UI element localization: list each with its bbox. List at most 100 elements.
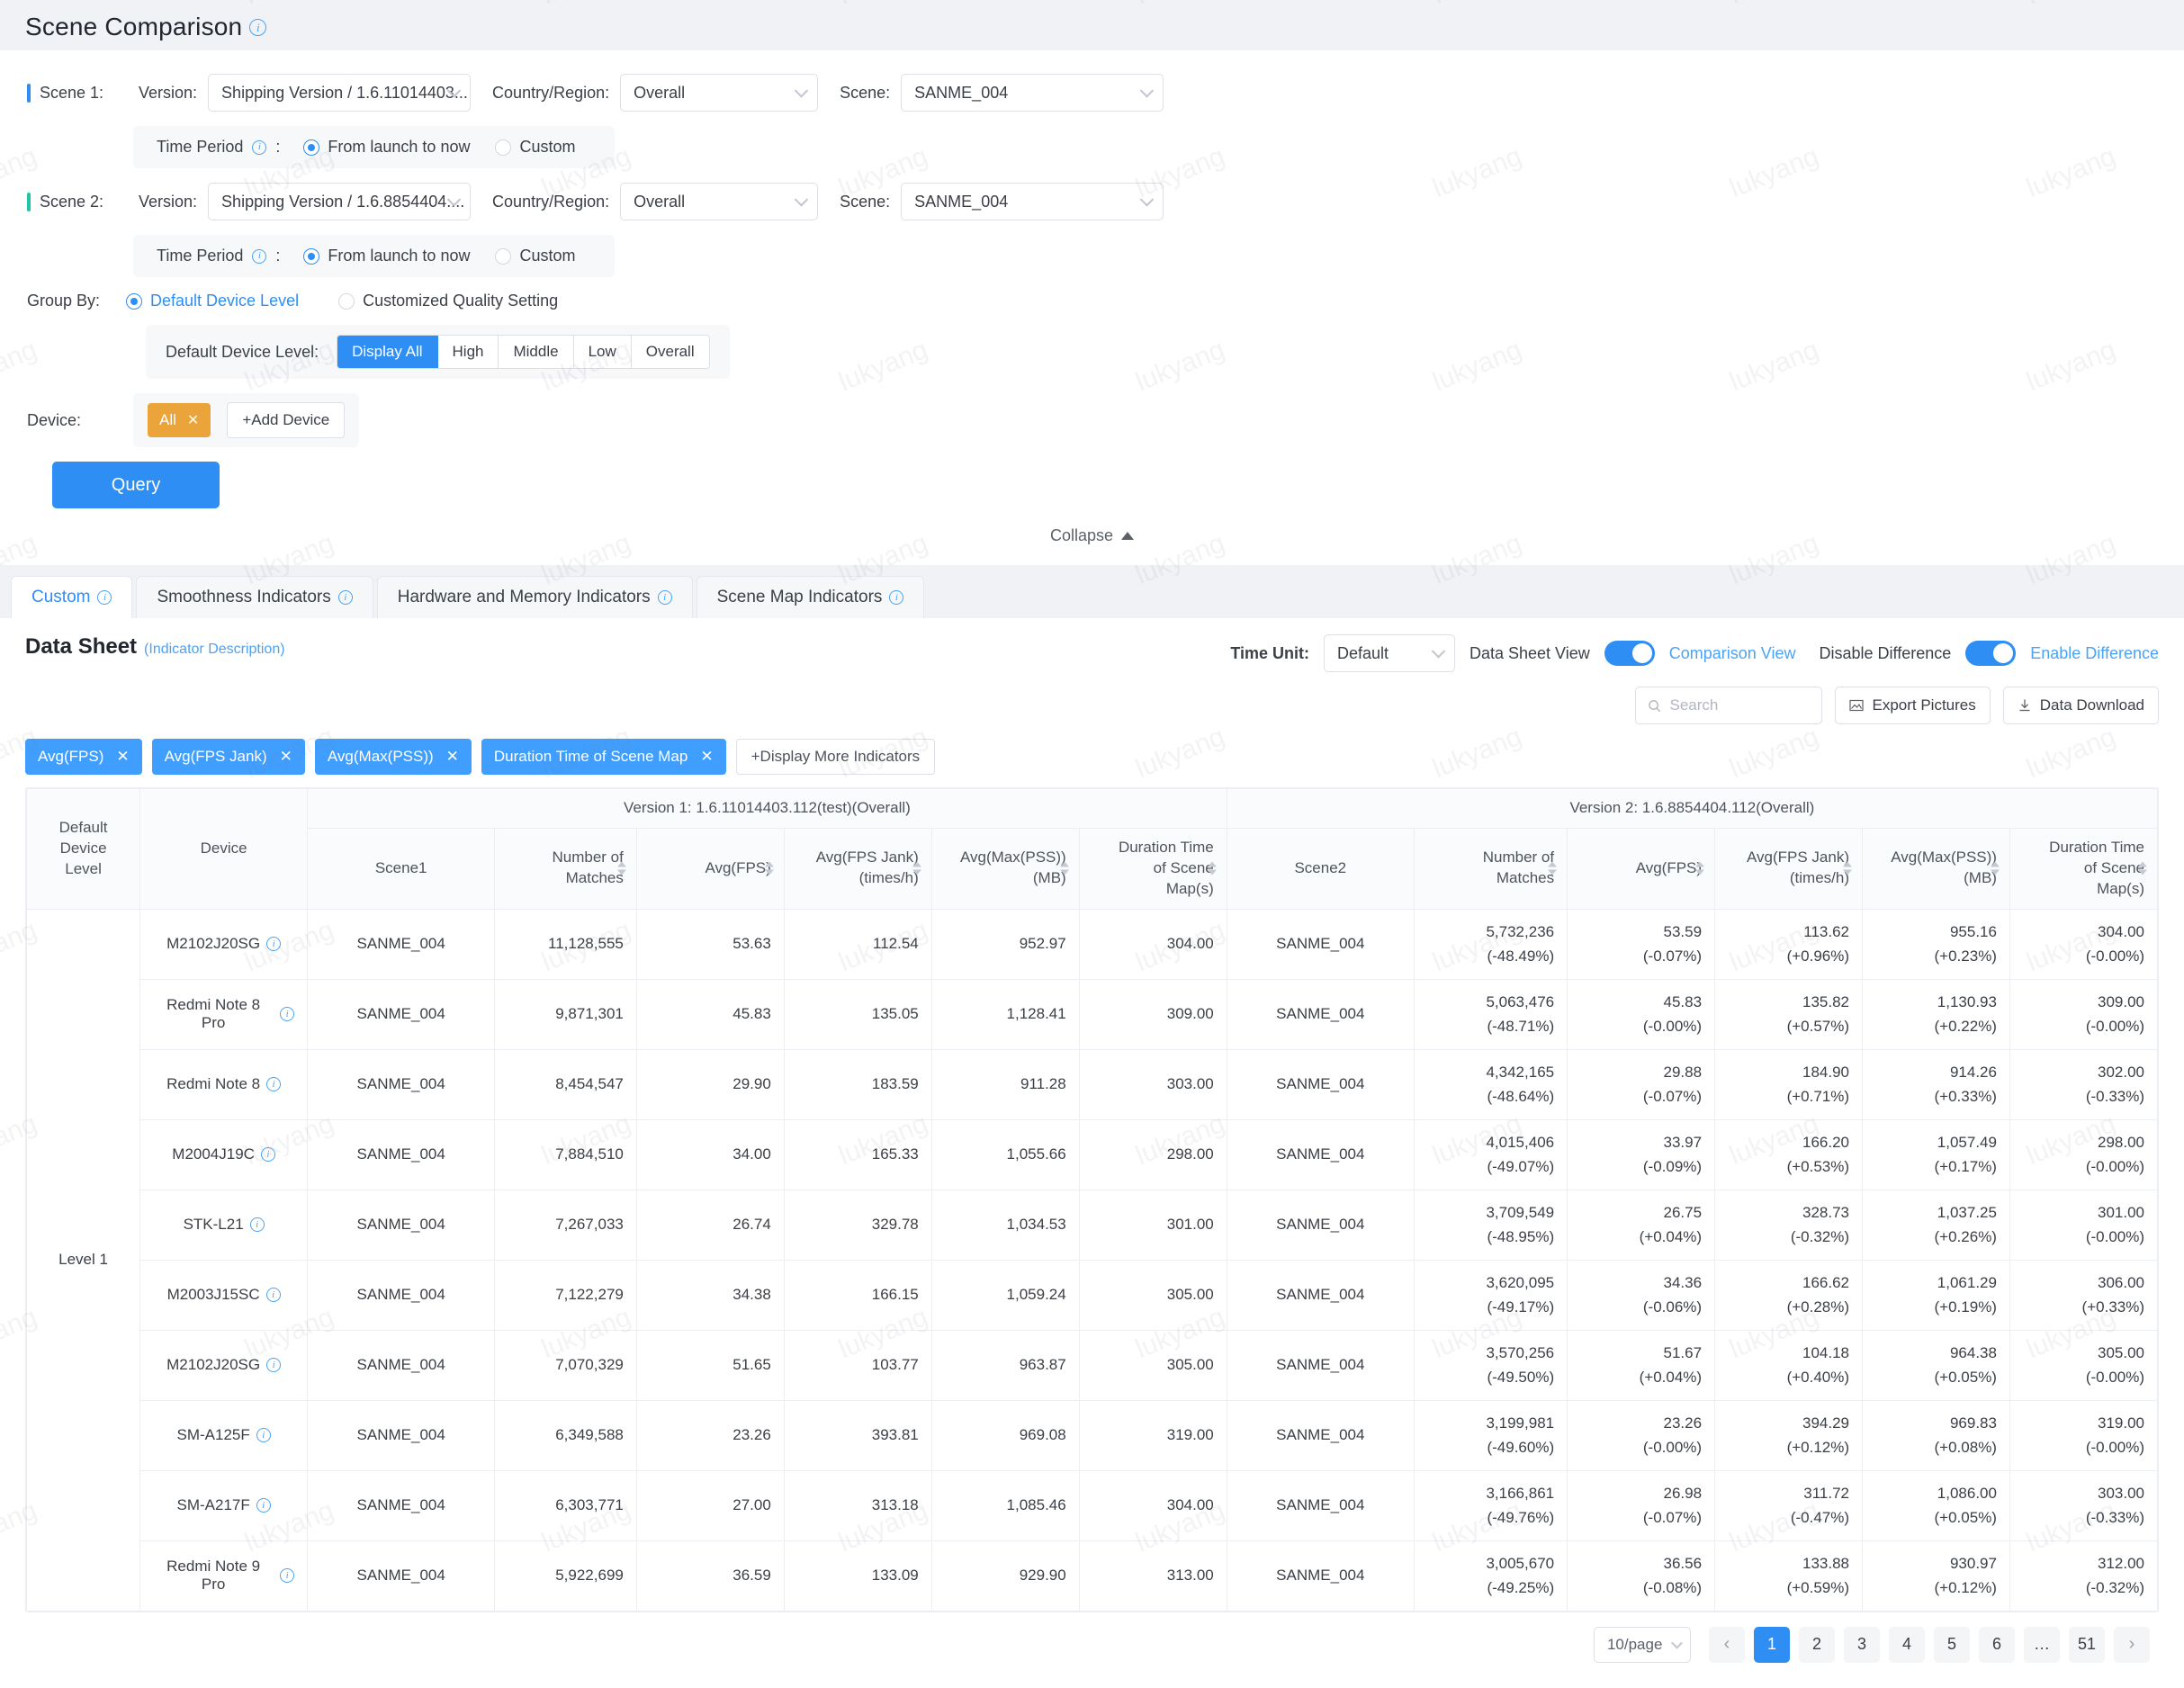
indicator-chip[interactable]: Duration Time of Scene Map✕ bbox=[481, 739, 726, 775]
scene2-radio-from-launch[interactable]: From launch to now bbox=[303, 247, 470, 265]
th-v2-avg-max-pss-mb[interactable]: Avg(Max(PSS))(MB) bbox=[1863, 828, 2010, 909]
info-icon[interactable]: i bbox=[261, 1147, 275, 1162]
info-icon[interactable]: i bbox=[256, 1498, 271, 1513]
group-by-default-device-level[interactable]: Default Device Level bbox=[126, 292, 299, 310]
page-button-51[interactable]: 51 bbox=[2069, 1627, 2105, 1663]
comparison-view-toggle[interactable] bbox=[1604, 641, 1655, 666]
table-row: SM-A217FiSANME_0046,303,77127.00313.181,… bbox=[27, 1470, 2158, 1540]
scene1-version-select[interactable]: Shipping Version / 1.6.11014403... bbox=[208, 74, 471, 112]
info-icon[interactable]: i bbox=[266, 1077, 281, 1091]
device-level-option-display-all[interactable]: Display All bbox=[337, 336, 437, 368]
scene2-custom-label: Custom bbox=[519, 247, 575, 265]
data-download-button[interactable]: Data Download bbox=[2003, 687, 2159, 724]
info-icon[interactable]: i bbox=[249, 19, 266, 36]
page-button-1[interactable]: 1 bbox=[1754, 1627, 1790, 1663]
th-v1-duration-time-of-scene-map-s[interactable]: Duration Timeof SceneMap(s) bbox=[1079, 828, 1227, 909]
close-icon[interactable]: ✕ bbox=[187, 411, 199, 429]
export-pictures-button[interactable]: Export Pictures bbox=[1835, 687, 1990, 724]
tab-custom[interactable]: Customi bbox=[11, 576, 132, 618]
th-v1-number-of-matches[interactable]: Number ofMatches bbox=[495, 828, 637, 909]
device-level-option-overall[interactable]: Overall bbox=[632, 336, 709, 368]
scene1-scene-value: SANME_004 bbox=[914, 84, 1008, 103]
info-icon[interactable]: i bbox=[250, 1217, 265, 1232]
scene2-country-select[interactable]: Overall bbox=[620, 183, 818, 220]
info-icon[interactable]: i bbox=[280, 1568, 294, 1583]
page-button-6[interactable]: 6 bbox=[1979, 1627, 2015, 1663]
sort-icon[interactable] bbox=[1991, 862, 2000, 875]
page-button-4[interactable]: 4 bbox=[1889, 1627, 1925, 1663]
display-more-indicators-button[interactable]: +Display More Indicators bbox=[736, 739, 936, 775]
indicator-chip[interactable]: Avg(Max(PSS))✕ bbox=[315, 739, 472, 775]
cell-scene2: SANME_004 bbox=[1227, 1260, 1414, 1330]
device-name: SM-A217F bbox=[176, 1496, 249, 1514]
info-icon[interactable]: i bbox=[252, 140, 266, 155]
scene2-scene-select[interactable]: SANME_004 bbox=[901, 183, 1164, 220]
info-icon[interactable]: i bbox=[658, 590, 672, 605]
close-icon[interactable]: ✕ bbox=[280, 748, 292, 766]
close-icon[interactable]: ✕ bbox=[700, 748, 713, 766]
time-unit-select[interactable]: Default bbox=[1324, 634, 1455, 672]
scene1-scene-select[interactable]: SANME_004 bbox=[901, 74, 1164, 112]
page-button-3[interactable]: 3 bbox=[1844, 1627, 1880, 1663]
sort-icon[interactable] bbox=[2138, 862, 2147, 875]
th-v1-avg-fps-jank-times-h[interactable]: Avg(FPS Jank)(times/h) bbox=[784, 828, 931, 909]
next-page-button[interactable]: › bbox=[2114, 1627, 2150, 1663]
device-level-option-high[interactable]: High bbox=[438, 336, 499, 368]
page-button-5[interactable]: 5 bbox=[1934, 1627, 1970, 1663]
info-icon[interactable]: i bbox=[889, 590, 903, 605]
close-icon[interactable]: ✕ bbox=[116, 748, 129, 766]
th-v2-avg-fps[interactable]: Avg(FPS) bbox=[1568, 828, 1715, 909]
sort-icon[interactable] bbox=[1060, 862, 1069, 875]
device-level-option-low[interactable]: Low bbox=[574, 336, 632, 368]
query-button[interactable]: Query bbox=[52, 462, 220, 508]
device-chip-all[interactable]: All ✕ bbox=[148, 403, 211, 437]
scene1-radio-from-launch[interactable]: From launch to now bbox=[303, 138, 470, 157]
prev-page-button[interactable]: ‹ bbox=[1709, 1627, 1745, 1663]
search-input[interactable]: Search bbox=[1635, 687, 1822, 724]
sort-icon[interactable] bbox=[1695, 862, 1704, 875]
add-device-button[interactable]: +Add Device bbox=[227, 402, 345, 438]
collapse-toggle[interactable]: Collapse bbox=[27, 526, 2157, 558]
close-icon[interactable]: ✕ bbox=[446, 748, 459, 766]
group-by-customized-quality[interactable]: Customized Quality Setting bbox=[338, 292, 558, 310]
info-icon[interactable]: i bbox=[97, 590, 112, 605]
page-button-2[interactable]: 2 bbox=[1799, 1627, 1835, 1663]
page-button-…[interactable]: … bbox=[2024, 1627, 2060, 1663]
sort-icon[interactable] bbox=[1548, 862, 1557, 875]
th-v2-number-of-matches[interactable]: Number ofMatches bbox=[1414, 828, 1567, 909]
info-icon[interactable]: i bbox=[280, 1007, 294, 1021]
indicator-description-link[interactable]: (Indicator Description) bbox=[144, 642, 285, 658]
sort-icon[interactable] bbox=[765, 862, 774, 875]
info-icon[interactable]: i bbox=[266, 1288, 281, 1302]
indicator-chip[interactable]: Avg(FPS)✕ bbox=[25, 739, 142, 775]
sort-icon[interactable] bbox=[617, 862, 626, 875]
scene1-country-select[interactable]: Overall bbox=[620, 74, 818, 112]
enable-difference-toggle[interactable] bbox=[1965, 641, 2016, 666]
tab-smoothness-indicators[interactable]: Smoothness Indicatorsi bbox=[136, 576, 373, 618]
tab-scene-map-indicators[interactable]: Scene Map Indicatorsi bbox=[697, 576, 925, 618]
sort-icon[interactable] bbox=[912, 862, 921, 875]
th-v2-avg-fps-jank-times-h[interactable]: Avg(FPS Jank)(times/h) bbox=[1715, 828, 1863, 909]
sort-icon[interactable] bbox=[1843, 862, 1852, 875]
scene2-version-select[interactable]: Shipping Version / 1.6.8854404.... bbox=[208, 183, 471, 220]
th-v1-avg-fps[interactable]: Avg(FPS) bbox=[636, 828, 784, 909]
indicator-chip[interactable]: Avg(FPS Jank)✕ bbox=[152, 739, 305, 775]
sort-icon[interactable] bbox=[1208, 862, 1217, 875]
scene2-country-value: Overall bbox=[634, 193, 685, 211]
th-v1-avg-max-pss-mb[interactable]: Avg(Max(PSS))(MB) bbox=[931, 828, 1079, 909]
info-icon[interactable]: i bbox=[266, 937, 281, 951]
difference-percent: (-0.09%) bbox=[1580, 1158, 1702, 1176]
info-icon[interactable]: i bbox=[266, 1358, 281, 1372]
scene1-tag: Scene 1: bbox=[27, 84, 117, 103]
info-icon[interactable]: i bbox=[338, 590, 353, 605]
cell-v2-value: 964.38(+0.05%) bbox=[1863, 1330, 2010, 1400]
scene2-radio-custom[interactable]: Custom bbox=[495, 247, 575, 265]
device-level-option-middle[interactable]: Middle bbox=[499, 336, 573, 368]
scene1-radio-custom[interactable]: Custom bbox=[495, 138, 575, 157]
tab-hardware-and-memory-indicators[interactable]: Hardware and Memory Indicatorsi bbox=[377, 576, 693, 618]
th-v2-duration-time-of-scene-map-s[interactable]: Duration Timeof SceneMap(s) bbox=[2009, 828, 2157, 909]
info-icon[interactable]: i bbox=[252, 249, 266, 264]
info-icon[interactable]: i bbox=[256, 1428, 271, 1442]
device-level-segmented[interactable]: Display AllHighMiddleLowOverall bbox=[337, 335, 710, 369]
page-size-select[interactable]: 10/page bbox=[1594, 1627, 1691, 1663]
